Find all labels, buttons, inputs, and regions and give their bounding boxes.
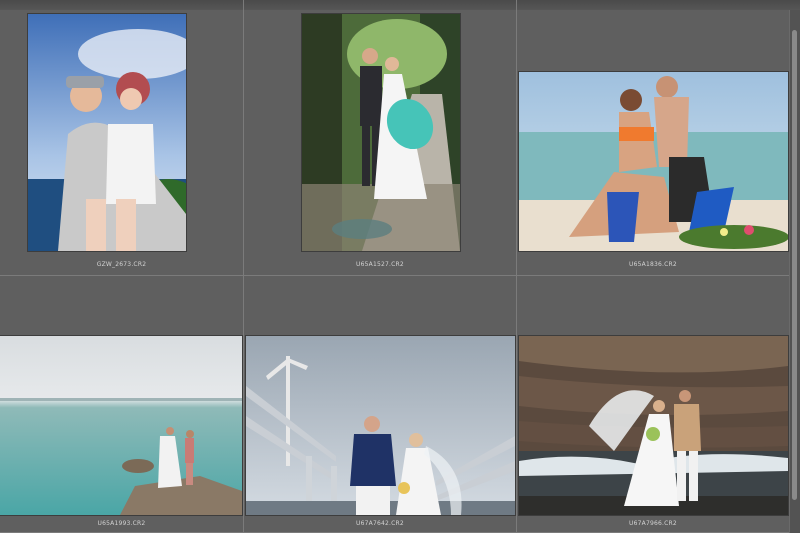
photo-filename: U65A1527.CR2 [356,261,404,268]
photo-thumbnail[interactable] [302,14,460,251]
photo-filename: U67A7642.CR2 [356,520,404,527]
grid-cell-6[interactable]: U67A7966.CR2 [517,276,790,533]
scrollbar-thumb[interactable] [792,30,797,500]
photo-library-grid-view: GZW_2673.CR2 U65A1527.CR2 U65A1836.CR2 U… [0,0,800,533]
grid-cell-1[interactable]: GZW_2673.CR2 [0,10,244,276]
grid-cell-2[interactable]: U65A1527.CR2 [244,10,517,276]
grid-cell-5[interactable]: U67A7642.CR2 [244,276,517,533]
photo-filename: GZW_2673.CR2 [96,261,147,268]
grid-cell-4[interactable]: U65A1993.CR2 [0,276,244,533]
photo-thumbnail[interactable] [0,336,242,515]
photo-thumbnail[interactable] [246,336,515,515]
thumbnail-grid: GZW_2673.CR2 U65A1527.CR2 U65A1836.CR2 U… [0,10,790,533]
photo-filename: U67A7966.CR2 [629,520,677,527]
photo-filename: U65A1993.CR2 [97,520,146,527]
photo-thumbnail[interactable] [28,14,186,251]
photo-filename: U65A1836.CR2 [629,261,677,268]
vertical-scrollbar[interactable] [789,10,800,533]
photo-thumbnail[interactable] [519,72,788,251]
grid-cell-3[interactable]: U65A1836.CR2 [517,10,790,276]
photo-thumbnail[interactable] [519,336,788,515]
